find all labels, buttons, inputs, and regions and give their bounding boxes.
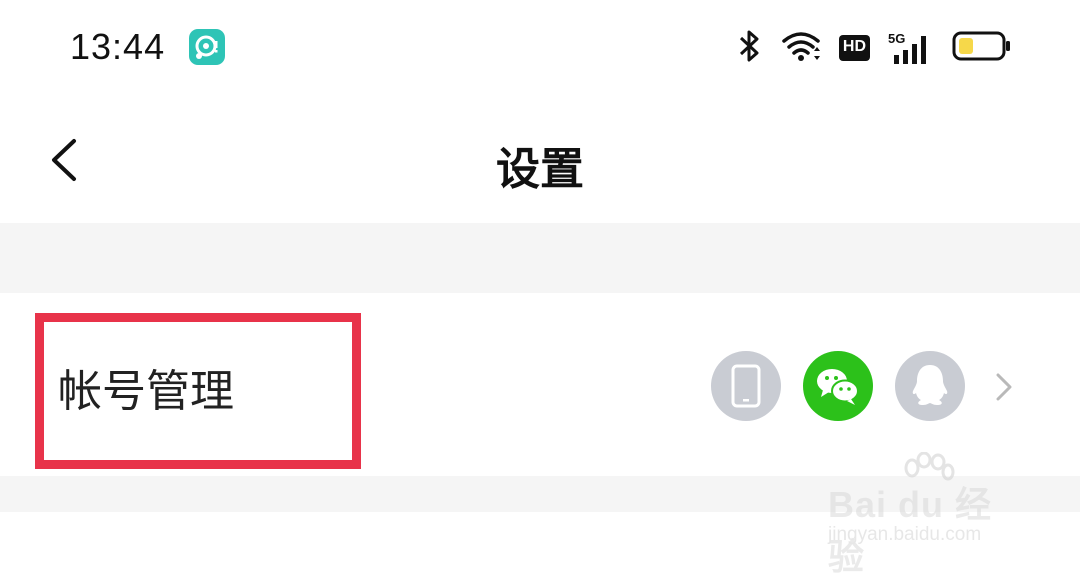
- qq-icon: [895, 351, 965, 421]
- chevron-right-icon: [990, 369, 1020, 405]
- signal-5g-icon: 5G: [888, 31, 934, 65]
- nav-bar: 设置: [0, 95, 1080, 223]
- baidu-watermark: Bai du 经验 jingyan.baidu.com: [828, 452, 1028, 577]
- wifi-icon: [781, 29, 821, 67]
- watermark-url: jingyan.baidu.com: [828, 524, 982, 545]
- account-management-row[interactable]: 帐号管理: [0, 293, 1080, 476]
- section-divider: [0, 223, 1080, 293]
- bluetooth-icon: [737, 29, 763, 67]
- battery-icon: [952, 29, 1012, 67]
- phone-icon: [711, 351, 781, 421]
- wechat-icon: [803, 351, 873, 421]
- app-notification-icon: [189, 29, 225, 65]
- page-title: 设置: [496, 144, 584, 195]
- status-bar: 13:44 HD 5G: [0, 0, 1080, 95]
- account-management-label: 帐号管理: [58, 366, 234, 417]
- hd-badge: HD: [838, 35, 870, 61]
- status-icons: HD 5G: [719, 28, 1012, 68]
- svg-text:5G: 5G: [888, 31, 905, 46]
- status-time: 13:44: [70, 26, 166, 67]
